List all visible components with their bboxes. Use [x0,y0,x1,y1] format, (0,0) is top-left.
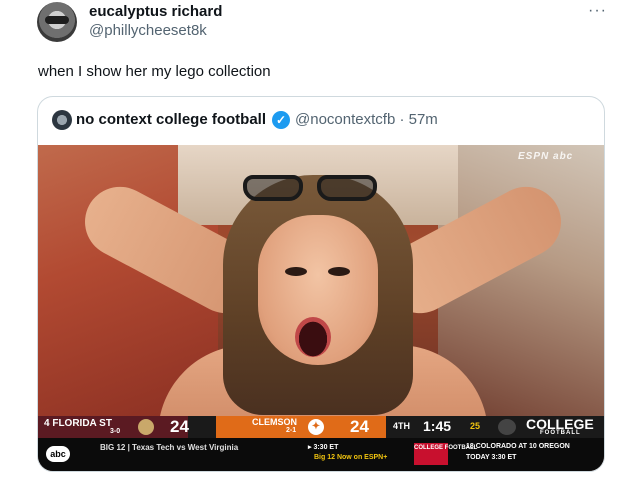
media-image[interactable]: ESPN abc 4 FLORIDA ST 3-0 24 CLEMSON 2-1… [38,145,604,471]
ticker-time: ▸ 3:30 ET [308,444,339,451]
team1-record: 3-0 [110,428,121,435]
network-bug: ESPN abc [518,151,574,162]
team2-score: 24 [350,417,369,436]
quoted-avatar[interactable] [52,110,72,130]
game-clock: 1:45 [423,418,452,434]
quoted-handle-time[interactable]: @nocontextcfb · 57m [295,111,438,128]
ticker-game: BIG 12 | Texas Tech vs West Virginia [100,443,239,452]
sunglasses-icon [243,175,383,205]
author-handle[interactable]: @phillycheeset8k [89,22,207,39]
brand-sub: FOOTBALL [540,430,581,436]
ticker-network: Big 12 Now on ESPN+ [314,454,388,461]
play-clock: 25 [470,421,481,431]
college-football-badge: COLLEGE FOOTBALL [414,443,477,465]
abc-logo-icon: abc [46,446,70,462]
next-game-line1: 18 COLORADO AT 10 OREGON [466,443,570,450]
team1-name: 4 FLORIDA ST [44,418,112,429]
team1-score: 24 [170,417,189,436]
author-avatar[interactable] [37,2,77,42]
quarter: 4TH [393,421,411,431]
team2-name: CLEMSON [252,417,297,427]
open-mouth [295,317,331,357]
more-options-icon[interactable]: ··· [588,2,607,20]
author-display-name[interactable]: eucalyptus richard [89,3,222,20]
tweet-text: when I show her my lego collection [38,63,271,80]
college-football-logo-icon [498,419,516,435]
quoted-tweet[interactable]: no context college football ✓ @nocontext… [37,96,605,472]
left-eye [285,267,307,276]
right-eye [328,267,350,276]
next-game-line2: TODAY 3:30 ET [466,454,517,461]
scoreboard-ticker: abc BIG 12 | Texas Tech vs West Virginia… [38,438,604,471]
quoted-display-name[interactable]: no context college football [76,111,266,128]
team1-logo-icon [138,419,154,435]
team2-record: 2-1 [286,427,297,434]
verified-badge-icon: ✓ [272,111,290,129]
team2-logo-icon: ✦ [308,419,324,435]
scoreboard-top: 4 FLORIDA ST 3-0 24 CLEMSON 2-1 ✦ 24 4TH… [38,416,604,438]
